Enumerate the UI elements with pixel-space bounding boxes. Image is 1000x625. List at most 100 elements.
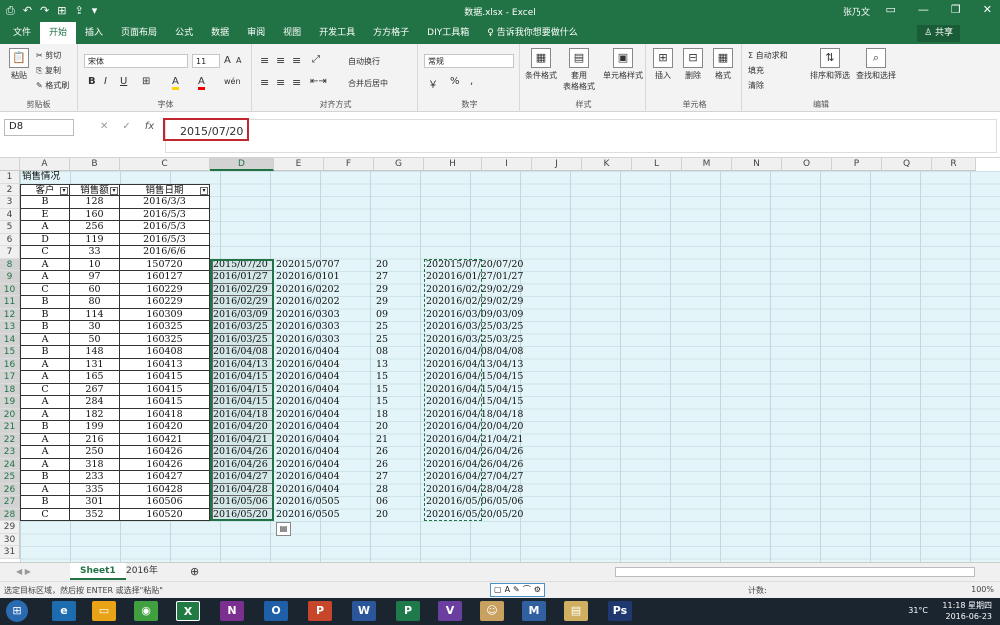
concat-cell[interactable]: 202016/0404 (276, 434, 372, 447)
share-button[interactable]: ♙ 共享 (917, 25, 960, 42)
table-cell[interactable]: 318 (70, 458, 120, 471)
comma-button[interactable]: , (470, 76, 473, 87)
tab-insert[interactable]: 插入 (76, 22, 112, 44)
table-cell[interactable]: B (20, 321, 70, 334)
number-format-select[interactable]: 常规 (424, 54, 514, 68)
row-header[interactable]: 14 (0, 333, 20, 346)
messenger-icon[interactable]: M (522, 601, 546, 621)
conditional-format-button[interactable]: ▦ 条件格式 (524, 48, 558, 81)
row-header[interactable]: 5 (0, 221, 20, 234)
row-header[interactable]: 6 (0, 233, 20, 246)
row-header[interactable]: 2 (0, 183, 20, 196)
table-cell[interactable]: A (20, 433, 70, 446)
table-cell[interactable]: 10 (70, 258, 120, 271)
column-header[interactable]: D (210, 158, 274, 171)
visio-icon[interactable]: V (438, 601, 462, 621)
table-cell[interactable]: 160520 (120, 508, 210, 521)
clear-button[interactable]: 清除 (748, 80, 764, 91)
indent-icon[interactable]: ⇤⇥ (310, 76, 327, 87)
table-cell[interactable]: A (20, 408, 70, 421)
align-right-icon[interactable]: ≡ (292, 76, 301, 89)
files-icon[interactable]: ▤ (564, 601, 588, 621)
day-cell[interactable]: 20 (376, 509, 422, 522)
day-cell[interactable]: 06 (376, 496, 422, 509)
link-icon[interactable]: ⌒ (523, 584, 531, 596)
table-cell[interactable]: 160229 (120, 283, 210, 296)
column-header[interactable]: E (274, 158, 324, 171)
wrap-text-button[interactable]: 自动换行 (348, 56, 380, 67)
row-header[interactable]: 4 (0, 208, 20, 221)
add-sheet-icon[interactable]: ⊕ (180, 563, 209, 580)
column-header[interactable]: J (532, 158, 582, 171)
day-cell[interactable]: 27 (376, 471, 422, 484)
top-align-icon[interactable]: ≡ (260, 54, 269, 67)
table-cell[interactable]: A (20, 458, 70, 471)
day-cell[interactable]: 09 (376, 309, 422, 322)
fill-button[interactable]: 填充 (748, 65, 764, 76)
day-cell[interactable]: 28 (376, 484, 422, 497)
table-cell[interactable]: 160426 (120, 458, 210, 471)
table-cell[interactable]: 97 (70, 271, 120, 284)
table-cell[interactable]: A (20, 258, 70, 271)
column-header[interactable]: A (20, 158, 70, 171)
table-cell[interactable]: 216 (70, 433, 120, 446)
user-name[interactable]: 张乃文 (843, 5, 870, 18)
formula-input[interactable]: 2015/07/20 (165, 119, 997, 153)
table-cell[interactable]: 160421 (120, 433, 210, 446)
concat-cell[interactable]: 202016/0505 (276, 509, 372, 522)
table-cell[interactable]: B (20, 421, 70, 434)
concat-cell[interactable]: 202016/0303 (276, 309, 372, 322)
table-cell[interactable]: 160309 (120, 308, 210, 321)
align-left-icon[interactable]: ≡ (260, 76, 269, 89)
table-cell[interactable]: B (20, 308, 70, 321)
concat-cell[interactable]: 202016/0202 (276, 296, 372, 309)
column-header[interactable]: P (832, 158, 882, 171)
sheet-title[interactable]: 销售情况 (22, 171, 102, 184)
underline-button[interactable]: U (120, 76, 127, 87)
currency-icon[interactable]: ￥ (428, 76, 438, 91)
row-header[interactable]: 8 (0, 258, 20, 271)
row-header[interactable]: 30 (0, 533, 20, 546)
fill-color-button[interactable]: A (172, 76, 179, 90)
folder-icon[interactable]: ▭ (92, 601, 116, 621)
table-cell[interactable]: A (20, 333, 70, 346)
table-cell[interactable]: 148 (70, 346, 120, 359)
row-header[interactable]: 27 (0, 496, 20, 509)
settings-icon[interactable]: ⚙ (534, 584, 541, 596)
row-header[interactable]: 10 (0, 283, 20, 296)
table-cell[interactable]: 131 (70, 358, 120, 371)
table-cell[interactable]: 160426 (120, 446, 210, 459)
column-header[interactable]: G (374, 158, 424, 171)
day-cell[interactable]: 15 (376, 396, 422, 409)
tab-data[interactable]: 数据 (202, 22, 238, 44)
tab-fangfang[interactable]: 方方格子 (364, 22, 418, 44)
ribbon-options-icon[interactable]: ▭ (886, 3, 896, 16)
sheet-tab-2016[interactable]: 2016年 (116, 563, 168, 580)
concat-cell[interactable]: 202016/0303 (276, 321, 372, 334)
table-cell[interactable]: 33 (70, 246, 120, 259)
day-cell[interactable]: 26 (376, 459, 422, 472)
table-cell[interactable]: A (20, 446, 70, 459)
align-center-icon[interactable]: ≡ (276, 76, 285, 89)
insert-cells-button[interactable]: ⊞ 插入 (648, 48, 678, 81)
row-header[interactable]: 19 (0, 396, 20, 409)
select-all-corner[interactable] (0, 158, 20, 171)
concat-cell[interactable]: 202016/0404 (276, 359, 372, 372)
day-cell[interactable]: 29 (376, 296, 422, 309)
restore-button[interactable]: ❐ (951, 3, 961, 16)
table-header[interactable]: 销售日期 ▾ (120, 183, 210, 196)
table-cell[interactable]: C (20, 508, 70, 521)
table-cell[interactable]: C (20, 246, 70, 259)
tab-page-layout[interactable]: 页面布局 (112, 22, 166, 44)
concat-cell[interactable]: 202016/0404 (276, 421, 372, 434)
table-cell[interactable]: 250 (70, 446, 120, 459)
row-header[interactable]: 29 (0, 521, 20, 534)
find-select-button[interactable]: ⌕ 查找和选择 (854, 48, 898, 81)
table-cell[interactable]: A (20, 396, 70, 409)
enter-icon[interactable]: ✓ (122, 121, 130, 132)
table-cell[interactable]: 182 (70, 408, 120, 421)
table-cell[interactable]: B (20, 196, 70, 209)
table-cell[interactable]: B (20, 496, 70, 509)
table-cell[interactable]: 199 (70, 421, 120, 434)
tell-me-search[interactable]: ♀ 告诉我你想要做什么 (478, 22, 586, 44)
